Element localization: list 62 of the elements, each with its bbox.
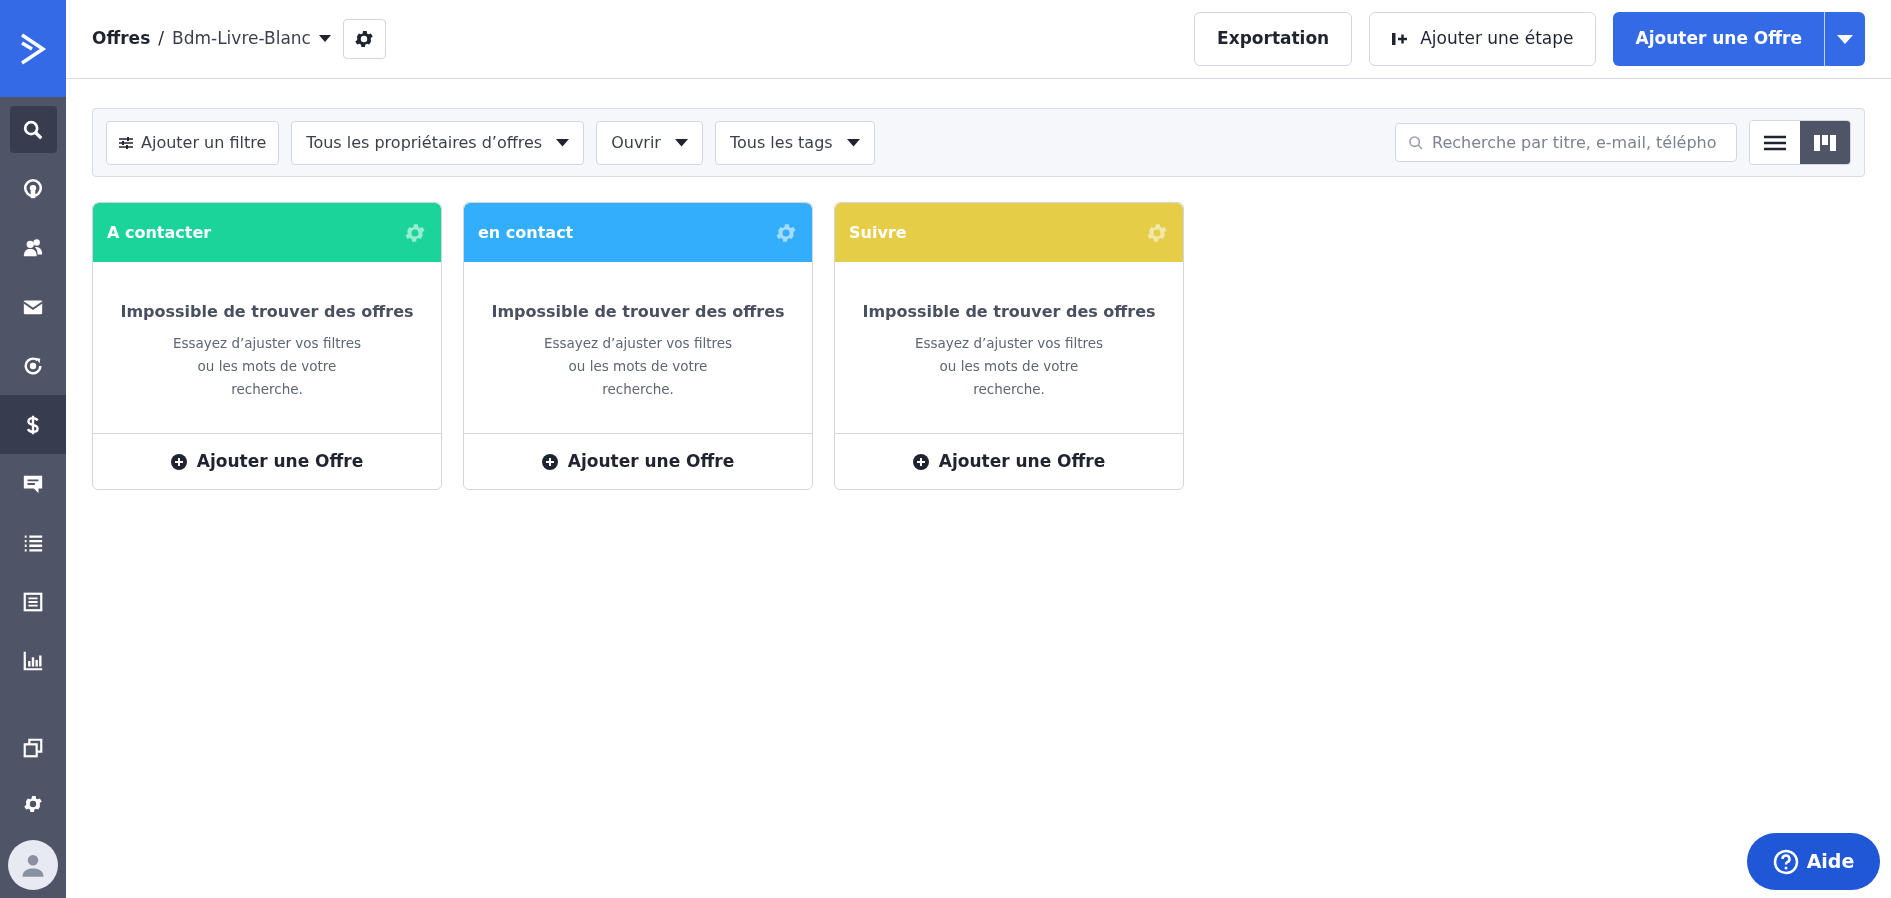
- caret-icon: [1837, 34, 1853, 44]
- pipeline-dropdown[interactable]: Bdm-Livre-Blanc: [172, 26, 331, 52]
- dropdown-button[interactable]: [1824, 12, 1865, 66]
- columns-icon: [1814, 134, 1836, 151]
- add-offer-button[interactable]: Ajouter une Offre: [93, 434, 441, 489]
- breadcrumb-separator: /: [158, 27, 164, 51]
- help-button[interactable]: Aide: [1747, 833, 1880, 890]
- sliders-icon: [119, 136, 133, 149]
- add-offer-button[interactable]: Ajouter une Offre: [464, 434, 812, 489]
- add-filter-button[interactable]: Ajouter un filtre: [106, 120, 280, 165]
- empty-state-title: Impossible de trouver des offres: [491, 301, 785, 323]
- empty-state-text: Essayez d’ajuster vos filtres: [914, 334, 1104, 353]
- help-icon: [1772, 848, 1799, 875]
- settings-icon: [22, 793, 44, 815]
- settings-button[interactable]: [342, 19, 386, 59]
- add-column-icon: [1392, 32, 1409, 46]
- document-icon: [22, 590, 44, 613]
- pin-icon: [22, 177, 44, 200]
- caret-icon: [556, 138, 570, 147]
- stage-title: en contact: [478, 221, 574, 244]
- export-button[interactable]: Exportation: [1194, 12, 1353, 66]
- plus-circle-icon: [170, 453, 187, 470]
- add-offer-button[interactable]: Ajouter une Offre: [835, 434, 1183, 489]
- sidebar-nav-item[interactable]: [9, 106, 57, 153]
- stage-title: Suivre: [849, 221, 907, 244]
- caret-icon: [674, 138, 688, 147]
- search-icon: [22, 118, 44, 141]
- empty-state-text: recherche.: [602, 380, 674, 399]
- add-offer-button[interactable]: Ajouter une Offre: [1613, 12, 1824, 66]
- user-avatar[interactable]: [8, 840, 58, 890]
- caret-icon: [846, 138, 860, 147]
- empty-state-text: ou les mots de votre: [197, 357, 337, 376]
- search-field[interactable]: Recherche par titre, e-mail, télépho: [1395, 123, 1737, 162]
- filter-dropdown[interactable]: Ouvrir: [596, 120, 703, 165]
- windows-icon: [22, 737, 44, 759]
- breadcrumb-link[interactable]: Offres: [92, 26, 151, 52]
- sidebar-nav-item[interactable]: [0, 395, 66, 454]
- stage-title: A contacter: [107, 221, 212, 244]
- empty-state-text: ou les mots de votre: [939, 357, 1079, 376]
- app-logo[interactable]: [0, 0, 66, 97]
- menu-icon: [1764, 134, 1786, 151]
- caret-icon: [318, 35, 331, 43]
- empty-state-title: Impossible de trouver des offres: [862, 301, 1156, 323]
- board-view-button[interactable]: [1800, 121, 1850, 164]
- chevron-logo-icon: [19, 31, 47, 66]
- plus-circle-icon: [541, 453, 558, 470]
- empty-state-text: Essayez d’ajuster vos filtres: [543, 334, 733, 353]
- empty-state-text: recherche.: [973, 380, 1045, 399]
- cycle-gear-icon: [22, 354, 44, 377]
- add-stage-button[interactable]: Ajouter une étape: [1369, 12, 1597, 66]
- people-icon: [22, 236, 44, 259]
- list-view-button[interactable]: [1750, 121, 1800, 164]
- empty-state-text: recherche.: [231, 380, 303, 399]
- plus-circle-icon: [912, 453, 929, 470]
- empty-state-text: Essayez d’ajuster vos filtres: [172, 334, 362, 353]
- empty-state-text: ou les mots de votre: [568, 357, 708, 376]
- search-icon: [1408, 134, 1424, 151]
- bar-chart-icon: [22, 649, 44, 672]
- empty-state-title: Impossible de trouver des offres: [120, 301, 414, 323]
- filter-dropdown[interactable]: Tous les tags: [714, 120, 875, 165]
- filter-dropdown[interactable]: Tous les propriétaires d’offres: [291, 120, 585, 165]
- settings-icon: [353, 28, 376, 50]
